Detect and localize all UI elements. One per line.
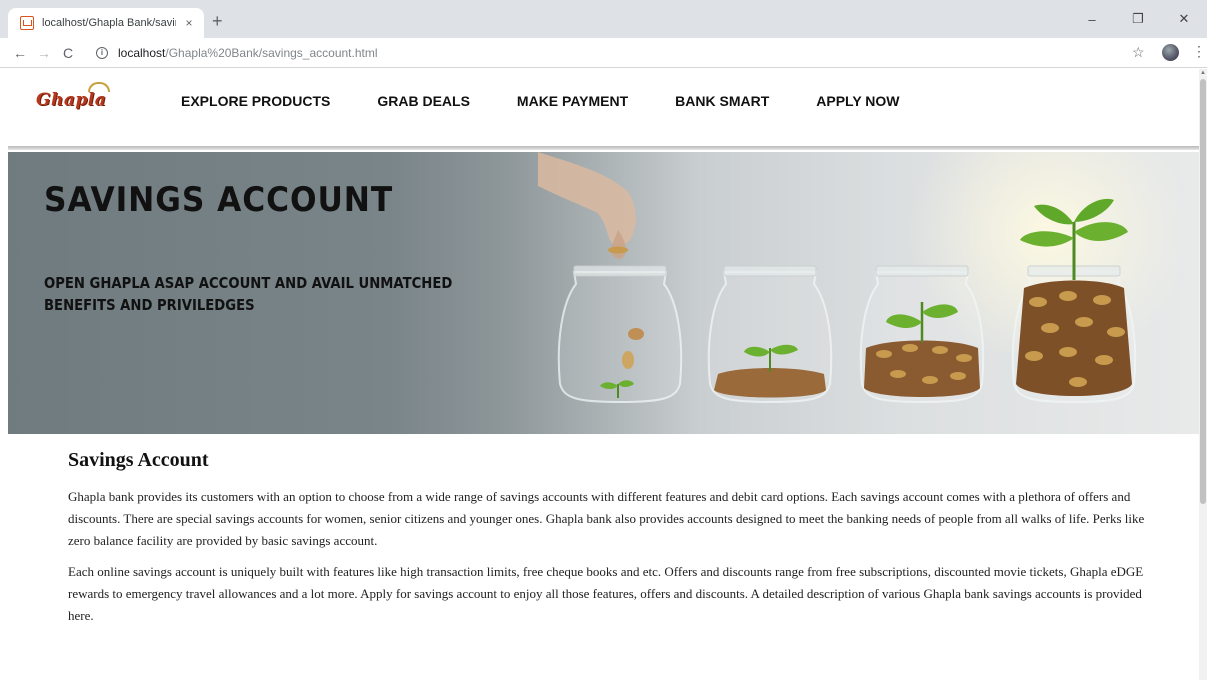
nav-apply-now[interactable]: APPLY NOW (816, 93, 899, 109)
hero-subtitle: OPEN GHAPLA ASAP ACCOUNT AND AVAIL UNMAT… (44, 274, 453, 314)
minimize-button[interactable]: – (1069, 0, 1115, 38)
browser-tabstrip: localhost/Ghapla Bank/savings_a × + – ❐ … (0, 0, 1207, 38)
nav-make-payment[interactable]: MAKE PAYMENT (517, 93, 628, 109)
forward-button[interactable]: → (32, 45, 56, 61)
nav-grab-deals[interactable]: GRAB DEALS (377, 93, 470, 109)
url-host: localhost (118, 46, 166, 60)
page-viewport: Ghapla EXPLORE PRODUCTS GRAB DEALS MAKE … (0, 69, 1199, 680)
tab-title: localhost/Ghapla Bank/savings_a (42, 17, 176, 29)
browser-toolbar: ← → C i localhost /Ghapla%20Bank/savings… (0, 38, 1207, 68)
main-content: Savings Account Ghapla bank provides its… (68, 449, 1148, 636)
paragraph: Each online savings account is uniquely … (68, 564, 1144, 623)
scroll-thumb[interactable] (1200, 79, 1206, 504)
page-scrollbar[interactable]: ▲ (1199, 69, 1207, 680)
jar-2 (707, 265, 833, 404)
ghapla-logo[interactable]: Ghapla (36, 82, 140, 111)
address-bar[interactable]: i localhost /Ghapla%20Bank/savings_accou… (96, 43, 1126, 63)
close-window-button[interactable]: ✕ (1161, 0, 1207, 38)
hero-title: SAVINGS ACCOUNT (44, 180, 394, 220)
window-controls: – ❐ ✕ (1069, 0, 1207, 38)
section-heading: Savings Account (68, 449, 209, 471)
maximize-button[interactable]: ❐ (1115, 0, 1161, 38)
back-button[interactable]: ← (8, 45, 32, 61)
coin-icon (608, 246, 628, 254)
profile-avatar[interactable] (1162, 44, 1179, 61)
jar-1 (557, 265, 683, 404)
nav-explore-products[interactable]: EXPLORE PRODUCTS (181, 93, 330, 109)
tab-close-icon[interactable]: × (182, 16, 196, 30)
browser-tab[interactable]: localhost/Ghapla Bank/savings_a × (8, 8, 204, 38)
header-divider (8, 146, 1199, 150)
coin-jars-illustration (538, 152, 1137, 404)
paragraph: Ghapla bank provides its customers with … (68, 489, 1145, 548)
reload-button[interactable]: C (56, 45, 80, 61)
main-nav: EXPLORE PRODUCTS GRAB DEALS MAKE PAYMENT… (181, 93, 947, 109)
url-path: /Ghapla%20Bank/savings_account.html (165, 46, 378, 60)
jar-3 (859, 265, 985, 404)
site-header: Ghapla EXPLORE PRODUCTS GRAB DEALS MAKE … (0, 69, 1199, 147)
site-info-icon[interactable]: i (96, 47, 108, 59)
scroll-up-arrow-icon[interactable]: ▲ (1200, 69, 1206, 77)
jar-4 (1011, 198, 1137, 404)
new-tab-button[interactable]: + (212, 12, 223, 30)
page-favicon-icon (20, 16, 34, 30)
browser-menu-icon[interactable]: ⋮ (1192, 43, 1206, 60)
bookmark-star-icon[interactable]: ☆ (1132, 44, 1145, 61)
nav-bank-smart[interactable]: BANK SMART (675, 93, 769, 109)
hand-icon (538, 152, 636, 259)
logo-text: Ghapla (36, 90, 107, 110)
hero-banner: SAVINGS ACCOUNT OPEN GHAPLA ASAP ACCOUNT… (8, 152, 1199, 434)
